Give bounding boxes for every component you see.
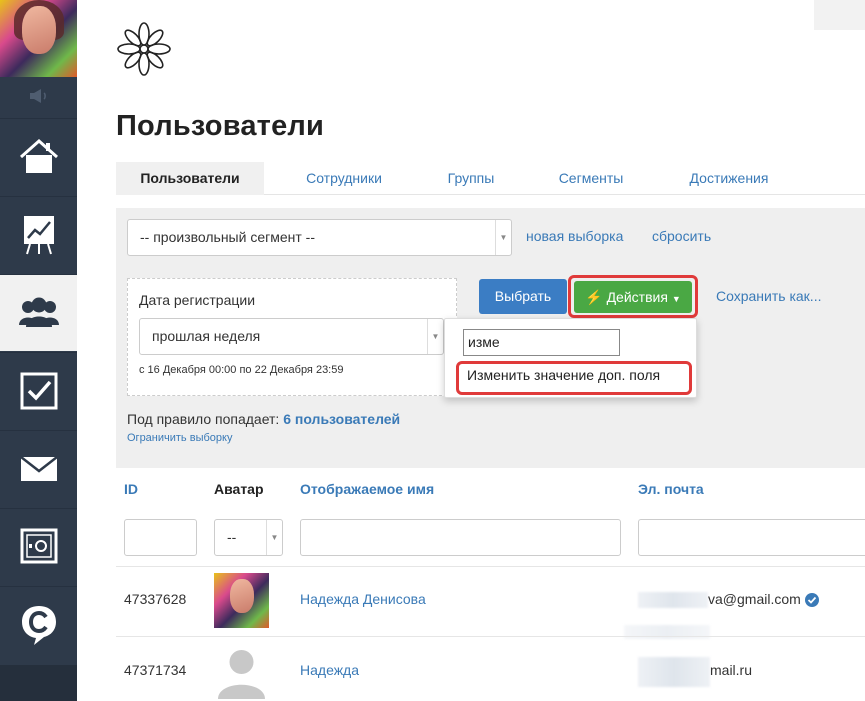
row-id: 47371734 [124,662,187,678]
avatar-filter-value: -- [227,529,237,545]
tab-bar: Пользователи Сотрудники Группы Сегменты … [116,162,865,195]
column-header-avatar: Аватар [214,481,264,497]
tab-groups[interactable]: Группы [422,162,520,195]
save-as-link[interactable]: Сохранить как... [716,288,821,304]
home-icon [19,138,58,173]
actions-button[interactable]: ⚡ Действия ▼ [574,281,692,313]
sidebar-item-chat[interactable] [0,586,77,663]
chevron-down-icon: ▼ [427,319,443,354]
avatar-face [22,6,56,54]
megaphone-icon[interactable] [0,77,77,115]
row-email: mail.ru [710,662,753,678]
verified-check-icon [805,593,819,607]
envelope-icon [19,456,58,481]
sidebar-item-home[interactable] [0,118,77,195]
sidebar-footer [0,665,77,701]
reset-link[interactable]: сбросить [652,228,711,244]
tab-employees[interactable]: Сотрудники [284,162,404,195]
default-avatar-icon[interactable] [214,644,269,699]
tab-achievements[interactable]: Достижения [670,162,788,195]
rule-count-link[interactable]: 6 пользователей [283,411,400,427]
redacted-email [638,592,708,608]
row-divider [116,566,865,567]
new-selection-link[interactable]: новая выборка [526,228,623,244]
row-divider [116,636,865,637]
avatar[interactable] [214,573,269,628]
user-avatar[interactable] [0,0,77,77]
avatar-face [230,579,254,613]
row-name-link[interactable]: Надежда Денисова [300,591,426,607]
avatar-filter-select[interactable]: -- ▼ [214,519,283,556]
chevron-down-icon: ▼ [266,520,282,555]
lightning-icon: ⚡ [585,289,603,305]
column-header-id[interactable]: ID [124,481,138,497]
sidebar-item-users[interactable] [0,274,77,351]
checkbox-icon [20,372,57,410]
brand-logo[interactable] [117,22,171,76]
segment-select-value: -- произвольный сегмент -- [140,229,315,245]
sidebar [0,0,77,701]
date-period-select[interactable]: прошлая неделя ▼ [139,318,444,355]
c-chat-icon [21,606,56,645]
date-period-value: прошлая неделя [152,328,261,344]
rule-summary: Под правило попадает: 6 пользователей [127,411,400,427]
chevron-down-icon: ▼ [495,220,511,255]
row-email: va@gmail.com [708,591,801,607]
caret-down-icon: ▼ [671,294,681,304]
chart-board-icon [23,216,54,255]
select-button[interactable]: Выбрать [479,279,567,314]
name-filter-input[interactable] [300,519,621,556]
sidebar-item-tasks[interactable] [0,352,77,429]
page-title: Пользователи [116,110,325,142]
safe-icon [20,528,57,564]
date-range-text: с 16 Декабря 00:00 по 22 Декабря 23:59 [139,364,344,376]
row-name-link[interactable]: Надежда [300,662,359,678]
email-filter-input[interactable] [638,519,865,556]
tab-segments[interactable]: Сегменты [541,162,641,195]
column-header-email[interactable]: Эл. почта [638,481,704,497]
column-header-name[interactable]: Отображаемое имя [300,481,434,497]
rule-prefix: Под правило попадает: [127,411,280,427]
segment-select[interactable]: -- произвольный сегмент -- ▼ [127,219,512,256]
tab-users[interactable]: Пользователи [116,162,264,195]
row-id: 47337628 [124,591,187,607]
actions-button-label: Действия [606,289,668,305]
sidebar-item-stats[interactable] [0,196,77,273]
limit-selection-link[interactable]: Ограничить выборку [127,432,232,444]
actions-search-input[interactable]: изме [463,329,620,356]
id-filter-input[interactable] [124,519,197,556]
users-icon [18,297,59,327]
redacted-email [638,657,710,687]
sidebar-item-safe[interactable] [0,508,77,585]
menu-item-change-field[interactable]: Изменить значение доп. поля [467,367,660,383]
sidebar-item-mail[interactable] [0,430,77,507]
date-filter-label: Дата регистрации [139,292,256,308]
top-right-panel [814,0,865,30]
